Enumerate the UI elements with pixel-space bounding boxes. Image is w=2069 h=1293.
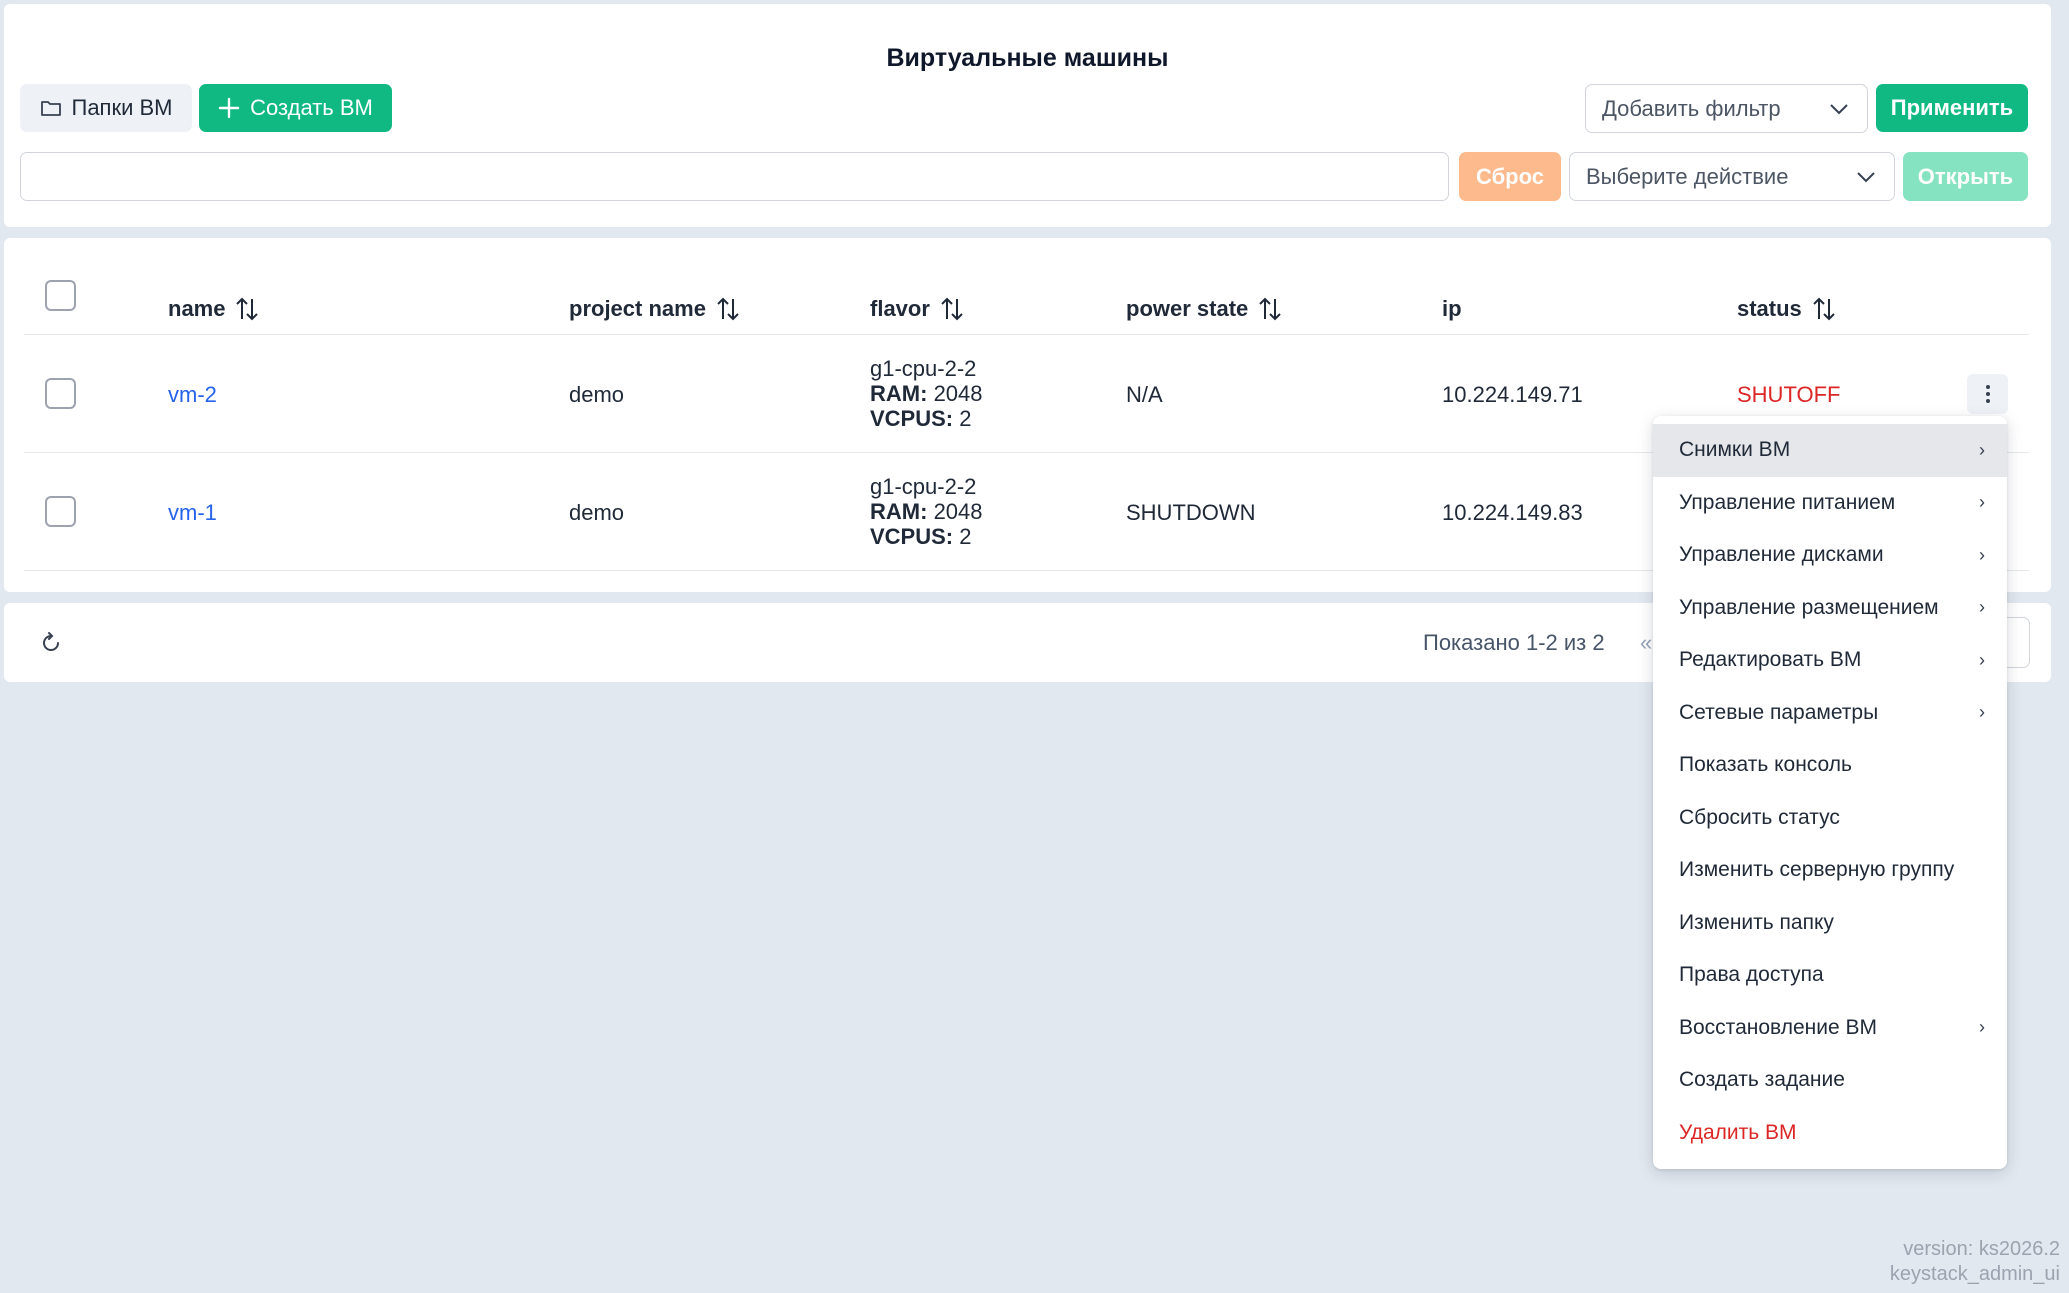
chevron-right-icon: › — [1979, 649, 1985, 670]
column-header-flavor[interactable]: flavor — [870, 296, 964, 322]
kebab-icon — [1985, 385, 1990, 403]
sort-icon[interactable] — [235, 296, 259, 322]
project-name-cell: demo — [569, 382, 625, 407]
action-placeholder: Выберите действие — [1586, 163, 1789, 189]
chevron-right-icon: › — [1979, 702, 1985, 723]
pagination-prev-button[interactable]: « — [1640, 630, 1652, 656]
reset-button[interactable]: Сброс — [1459, 152, 1561, 201]
chevron-right-icon: › — [1979, 544, 1985, 565]
chevron-right-icon: › — [1979, 597, 1985, 618]
apply-button[interactable]: Применить — [1876, 84, 2028, 132]
row-actions-button[interactable] — [1967, 374, 2008, 414]
plus-icon — [218, 97, 240, 119]
ip-cell: 10.224.149.71 — [1442, 382, 1583, 407]
open-button[interactable]: Открыть — [1903, 152, 2028, 201]
reset-label: Сброс — [1475, 163, 1544, 189]
open-label: Открыть — [1917, 163, 2014, 189]
column-header-name[interactable]: name — [168, 296, 259, 322]
chevron-right-icon: › — [1979, 1017, 1985, 1038]
version-number: version: ks2026.2 — [1903, 1238, 2060, 1260]
vm-name-link[interactable]: vm-2 — [168, 382, 217, 408]
menu-item-show-console[interactable]: Показать консоль — [1653, 739, 2007, 792]
menu-item-change-folder[interactable]: Изменить папку — [1653, 897, 2007, 950]
apply-label: Применить — [1890, 95, 2014, 120]
flavor-cell: g1-cpu-2-2 RAM: 2048 VCPUS: 2 — [870, 474, 983, 549]
menu-item-access-rights[interactable]: Права доступа — [1653, 949, 2007, 1002]
chevron-right-icon: › — [1979, 439, 1985, 460]
column-header-status[interactable]: status — [1737, 296, 1836, 322]
search-input[interactable] — [20, 152, 1449, 201]
menu-item-change-server-group[interactable]: Изменить серверную группу — [1653, 844, 2007, 897]
menu-item-placement-management[interactable]: Управление размещением › — [1653, 582, 2007, 635]
menu-item-power-management[interactable]: Управление питанием › — [1653, 477, 2007, 530]
sort-icon[interactable] — [1812, 296, 1836, 322]
flavor-cell: g1-cpu-2-2 RAM: 2048 VCPUS: 2 — [870, 356, 983, 431]
menu-item-delete-vm[interactable]: Удалить ВМ — [1653, 1107, 2007, 1160]
power-state-cell: SHUTDOWN — [1126, 500, 1256, 525]
add-filter-placeholder: Добавить фильтр — [1602, 95, 1781, 121]
vm-folders-label: Папки ВМ — [71, 95, 173, 120]
power-state-cell: N/A — [1126, 382, 1163, 407]
app-name: keystack_admin_ui — [1889, 1263, 2060, 1285]
select-all-checkbox[interactable] — [45, 280, 76, 311]
sort-icon[interactable] — [716, 296, 740, 322]
refresh-icon[interactable] — [38, 630, 64, 656]
column-header-ip: ip — [1442, 296, 1462, 321]
vm-name-link[interactable]: vm-1 — [168, 500, 217, 526]
add-filter-select[interactable]: Добавить фильтр — [1585, 84, 1868, 133]
row-checkbox[interactable] — [45, 378, 76, 409]
header-divider — [24, 334, 2029, 335]
action-select[interactable]: Выберите действие — [1569, 152, 1895, 201]
chevron-right-icon: › — [1979, 492, 1985, 513]
column-header-project[interactable]: project name — [569, 296, 740, 322]
page-title: Виртуальные машины — [886, 44, 1169, 72]
create-vm-button[interactable]: Создать ВМ — [199, 84, 392, 132]
sort-icon[interactable] — [940, 296, 964, 322]
row-checkbox[interactable] — [45, 496, 76, 527]
version-info: version: ks2026.2 keystack_admin_ui — [1890, 1237, 2060, 1287]
menu-item-edit-vm[interactable]: Редактировать ВМ › — [1653, 634, 2007, 687]
menu-item-vm-snapshots[interactable]: Снимки ВМ › — [1653, 424, 2007, 477]
folder-icon — [40, 101, 61, 116]
chevron-down-icon — [1857, 171, 1875, 182]
chevron-down-icon — [1830, 103, 1848, 114]
column-header-power-state[interactable]: power state — [1126, 296, 1282, 322]
ip-cell: 10.224.149.83 — [1442, 500, 1583, 525]
menu-item-reset-status[interactable]: Сбросить статус — [1653, 792, 2007, 845]
status-cell: SHUTOFF — [1737, 382, 1841, 407]
create-vm-label: Создать ВМ — [250, 95, 373, 120]
menu-item-disk-management[interactable]: Управление дисками › — [1653, 529, 2007, 582]
menu-item-network-settings[interactable]: Сетевые параметры › — [1653, 687, 2007, 740]
project-name-cell: demo — [569, 500, 625, 525]
vm-folders-button[interactable]: Папки ВМ — [20, 84, 192, 132]
sort-icon[interactable] — [1258, 296, 1282, 322]
menu-item-create-task[interactable]: Создать задание — [1653, 1054, 2007, 1107]
pagination-summary: Показано 1-2 из 2 — [1423, 630, 1605, 655]
menu-item-vm-recovery[interactable]: Восстановление ВМ › — [1653, 1002, 2007, 1055]
row-context-menu: Снимки ВМ › Управление питанием › Управл… — [1653, 416, 2007, 1169]
